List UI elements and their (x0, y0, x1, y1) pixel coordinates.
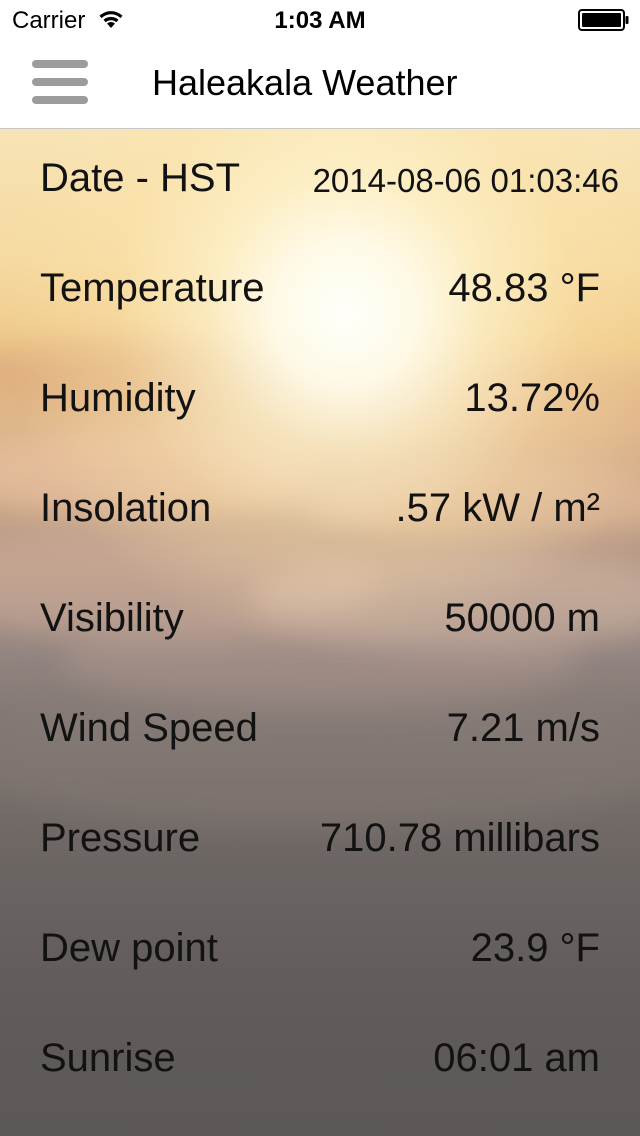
wind-speed-value: 7.21 m/s (446, 706, 600, 750)
hamburger-menu-icon[interactable] (32, 60, 88, 104)
wind-speed-label: Wind Speed (40, 706, 258, 750)
page-title: Haleakala Weather (152, 62, 458, 103)
visibility-value: 50000 m (444, 596, 600, 640)
dew-point-label: Dew point (40, 926, 218, 970)
sunrise-label: Sunrise (40, 1036, 176, 1080)
row-insolation: Insolation .57 kW / m² (0, 459, 640, 569)
row-temperature: Temperature 48.83 °F (0, 239, 640, 349)
sunrise-value: 06:01 am (433, 1036, 600, 1080)
humidity-label: Humidity (40, 376, 196, 420)
visibility-label: Visibility (40, 596, 184, 640)
row-date: Date - HST 2014-08-06 01:03:46 (0, 129, 640, 239)
insolation-label: Insolation (40, 486, 212, 530)
row-visibility: Visibility 50000 m (0, 569, 640, 679)
row-pressure: Pressure 710.78 millibars (0, 789, 640, 899)
date-label: Date - HST (40, 156, 241, 200)
row-humidity: Humidity 13.72% (0, 349, 640, 459)
dew-point-value: 23.9 °F (470, 926, 600, 970)
status-time: 1:03 AM (274, 7, 366, 34)
insolation-value: .57 kW / m² (395, 486, 600, 530)
weather-data-list: Date - HST 2014-08-06 01:03:46 Temperatu… (0, 129, 640, 1119)
temperature-label: Temperature (40, 266, 265, 310)
date-value: 2014-08-06 01:03:46 (312, 162, 619, 199)
humidity-value: 13.72% (464, 376, 600, 420)
battery-icon (578, 9, 629, 31)
pressure-label: Pressure (40, 816, 201, 860)
row-sunrise: Sunrise 06:01 am (0, 1009, 640, 1119)
navigation-bar: Haleakala Weather (0, 40, 640, 129)
status-bar: Carrier 1:03 AM (0, 0, 640, 40)
pressure-value: 710.78 millibars (319, 816, 600, 860)
row-dew-point: Dew point 23.9 °F (0, 899, 640, 1009)
row-wind-speed: Wind Speed 7.21 m/s (0, 679, 640, 789)
temperature-value: 48.83 °F (448, 266, 600, 310)
